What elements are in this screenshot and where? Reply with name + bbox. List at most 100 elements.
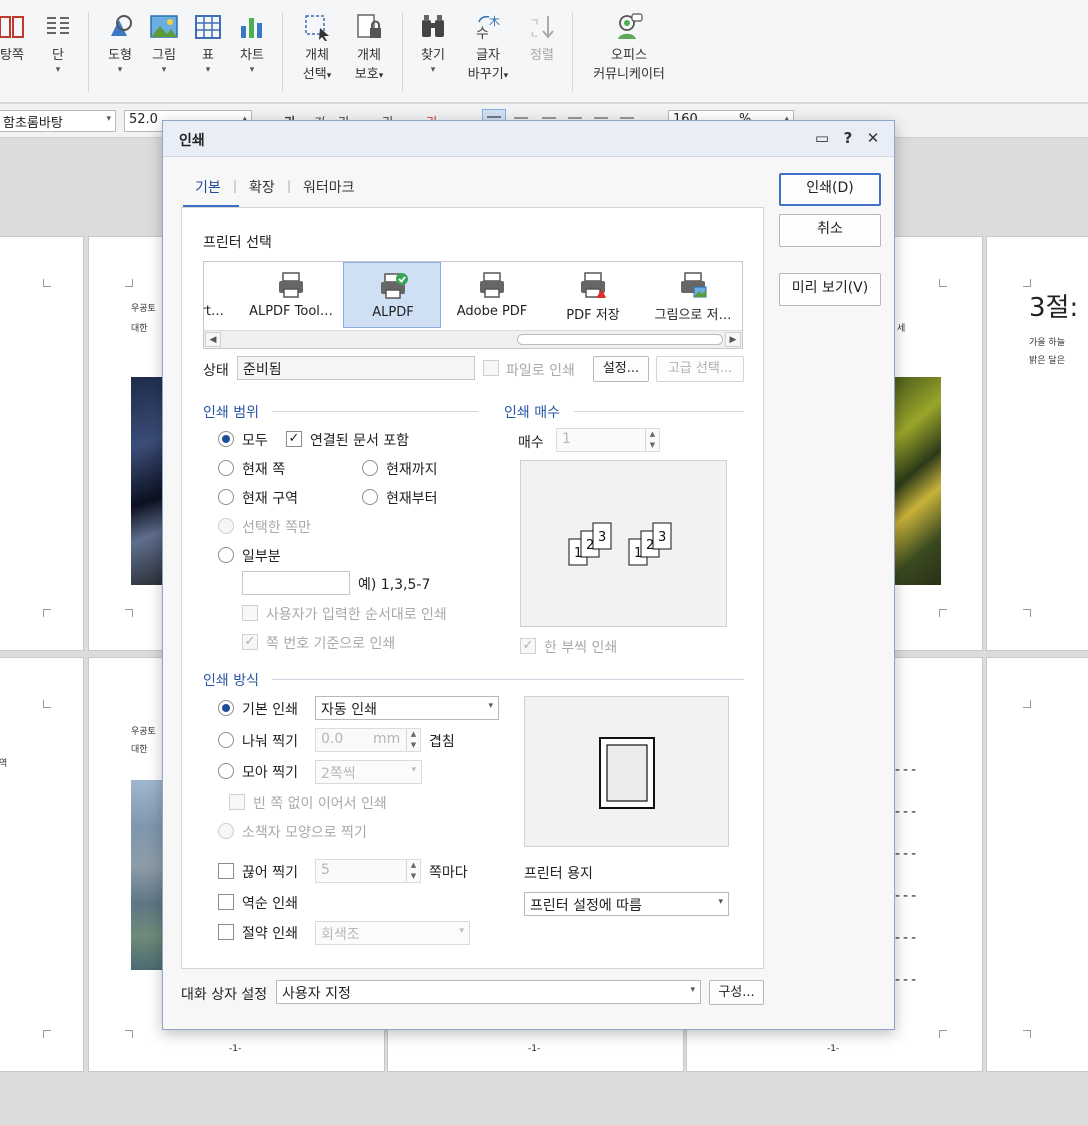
printer-item[interactable]: 그림으로 저… [644,262,742,328]
printer-name: ort… [204,304,224,319]
spin-icon[interactable]: ▲ ▼ [645,429,659,451]
range-selected-pages-radio[interactable] [218,518,234,534]
paper-select[interactable]: 프린터 설정에 따름 ▾ [524,892,729,916]
columns-button[interactable]: 단 ▾ [40,12,76,75]
advanced-button[interactable]: 고급 선택... [656,356,744,382]
ribbon-label: 글자 [476,48,500,63]
copies-input[interactable]: 1 ▲ ▼ [556,428,660,452]
protect-object-button[interactable]: 개체 보호▾ [346,12,392,86]
replace-button[interactable]: 수木 글자 바꾸기▾ [460,12,516,86]
print-button[interactable]: 인쇄(D) [779,173,881,206]
find-button[interactable]: 찾기 ▾ [414,12,452,75]
dropdown-arrow-icon[interactable]: ▾ [40,65,76,75]
chevron-down-icon[interactable]: ▾ [690,985,695,995]
sort-button[interactable]: ㄱㄴ 정렬 [522,12,562,65]
page-thumbnail[interactable]: 3절: 가을 하늘 밝은 달은 [986,236,1088,651]
user-order-checkbox[interactable] [242,605,258,621]
printer-list-scrollbar[interactable]: ◀ ▶ [204,330,742,348]
page-thumbnail[interactable] [0,236,84,651]
cut-pages-input[interactable]: 5 ▲ ▼ [315,859,421,883]
page-thumbnail[interactable] [986,657,1088,1072]
spin-icon[interactable]: ▲ ▼ [406,860,420,882]
shape-button[interactable]: 도형 ▾ [100,12,140,75]
page-corner-mark [43,1030,51,1038]
cut-print-checkbox[interactable] [218,863,234,879]
collect-select[interactable]: 2쪽씩 ▾ [315,760,422,784]
collate-checkbox[interactable]: ✓ [520,638,536,654]
printer-item[interactable]: Adobe PDF [443,262,541,328]
scroll-right-icon[interactable]: ▶ [725,332,741,347]
chart-button[interactable]: 차트 ▾ [232,12,272,75]
tab-extended[interactable]: 확장 [249,177,275,197]
printer-name: Adobe PDF [456,304,528,319]
basic-print-radio[interactable] [218,700,234,716]
font-value: 함초롬바탕 [3,116,63,131]
cancel-button[interactable]: 취소 [779,214,881,247]
collect-print-radio[interactable] [218,763,234,779]
range-until-current-radio[interactable] [362,460,378,476]
dialog-titlebar[interactable]: 인쇄 ▭ ? ✕ [163,121,894,157]
basic-print-select[interactable]: 자동 인쇄 ▾ [315,696,499,720]
help-icon[interactable]: ? [839,129,857,147]
page-thumbnail[interactable]: 역 [0,657,84,1072]
dropdown-arrow-icon[interactable]: ▾ [379,71,384,81]
preview-button[interactable]: 미리 보기(V) [779,273,881,306]
close-icon[interactable]: ✕ [864,129,882,147]
chevron-down-icon[interactable]: ▾ [488,701,493,711]
page-corner-mark [43,700,51,708]
range-partial-radio[interactable] [218,547,234,563]
settings-button[interactable]: 설정... [593,356,649,382]
saving-select[interactable]: 회색조 ▾ [315,921,470,945]
chevron-down-icon[interactable]: ▾ [718,897,723,907]
range-current-section-radio[interactable] [218,489,234,505]
page-border-button[interactable]: 탕쪽 [0,12,32,65]
scroll-left-icon[interactable]: ◀ [205,332,221,347]
dropdown-arrow-icon[interactable]: ▾ [188,65,228,75]
printer-item[interactable]: ALPDF Tool… [242,262,340,328]
page-order-checkbox[interactable]: ✓ [242,634,258,650]
tab-watermark[interactable]: 워터마크 [303,177,355,197]
reverse-print-checkbox[interactable] [218,894,234,910]
dropdown-arrow-icon[interactable]: ▾ [100,65,140,75]
chevron-down-icon[interactable]: ▾ [459,926,464,936]
select-object-button[interactable]: 개체 선택▾ [294,12,340,86]
dropdown-arrow-icon[interactable]: ▾ [232,65,272,75]
partial-pages-input[interactable] [242,571,350,595]
no-blank-checkbox[interactable] [229,794,245,810]
paper-preview [524,696,729,847]
chevron-down-icon[interactable]: ▾ [411,765,416,775]
scrollbar-thumb[interactable] [517,334,723,345]
range-current-section-label: 현재 구역 [242,491,298,507]
font-select[interactable]: 함초롬바탕 ▾ [0,110,116,132]
range-current-page-radio[interactable] [218,460,234,476]
linked-docs-checkbox[interactable]: ✓ [286,431,302,447]
table-button[interactable]: 표 ▾ [188,12,228,75]
comment-icon[interactable]: ▭ [813,129,831,147]
range-all-radio[interactable] [218,431,234,447]
printer-item-selected[interactable]: ALPDF [343,262,441,328]
office-communicator-button[interactable]: 오피스 커뮤니케이터 [584,12,674,84]
saving-print-checkbox[interactable] [218,924,234,940]
split-print-radio[interactable] [218,732,234,748]
ribbon-label: 찾기 [421,48,445,63]
printer-item[interactable]: ort… [204,262,224,328]
ribbon-separator [282,12,283,92]
copies-page-number: 3 [658,530,666,545]
print-to-file-checkbox[interactable] [483,360,499,376]
page-text: 역 [0,754,7,774]
split-amount-input[interactable]: 0.0 mm ▲ ▼ [315,728,421,752]
printer-list[interactable]: ort… ALPDF Tool… ALPDF Adobe PDF PDF 저장 … [203,261,743,349]
dropdown-arrow-icon[interactable]: ▾ [414,65,452,75]
configure-button[interactable]: 구성... [709,980,764,1005]
printer-item[interactable]: PDF 저장 [544,262,642,328]
spin-icon[interactable]: ▲ ▼ [406,729,420,751]
booklet-radio[interactable] [218,823,234,839]
dropdown-arrow-icon[interactable]: ▾ [504,71,509,81]
dialog-settings-select[interactable]: 사용자 지정 ▾ [276,980,701,1004]
range-from-current-radio[interactable] [362,489,378,505]
chevron-down-icon[interactable]: ▾ [106,114,111,124]
dropdown-arrow-icon[interactable]: ▾ [144,65,184,75]
picture-button[interactable]: 그림 ▾ [144,12,184,75]
dropdown-arrow-icon[interactable]: ▾ [327,71,332,81]
tab-basic[interactable]: 기본 [195,177,221,197]
